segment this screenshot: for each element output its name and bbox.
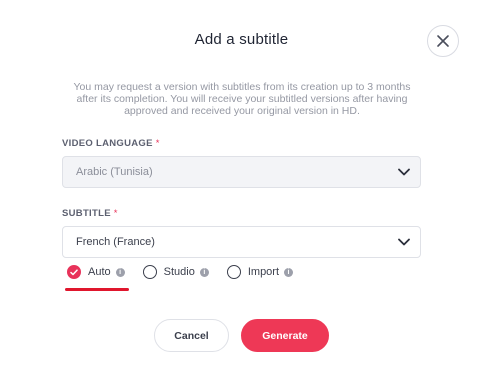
info-icon[interactable]: i (199, 267, 209, 277)
info-icon[interactable]: i (284, 267, 294, 277)
subtitle-label: SUBTITLE * (62, 208, 118, 219)
cancel-button[interactable]: Cancel (154, 319, 229, 352)
radio-import[interactable] (226, 265, 241, 279)
close-button[interactable] (427, 25, 459, 57)
radio-label-studio: Studio (163, 266, 195, 278)
radio-auto[interactable] (67, 265, 81, 279)
generate-button[interactable]: Generate (241, 319, 329, 352)
required-mark: * (155, 138, 160, 149)
video-language-label: VIDEO LANGUAGE * (62, 138, 160, 149)
required-mark: * (113, 208, 118, 219)
subtitle-mode-radio-group: Auto i Studio i Import i (67, 265, 294, 279)
close-icon (437, 35, 449, 47)
radio-option-auto[interactable]: Auto i (67, 265, 125, 279)
modal-title: Add a subtitle (194, 31, 289, 48)
video-language-value: Arabic (Tunisia) (76, 166, 153, 178)
chevron-down-icon (398, 238, 410, 246)
subtitle-value: French (France) (76, 236, 155, 248)
radio-label-import: Import (247, 266, 280, 278)
info-icon[interactable]: i (115, 267, 125, 277)
add-subtitle-modal: Add a subtitle You may request a version… (0, 0, 483, 376)
video-language-select[interactable]: Arabic (Tunisia) (62, 156, 421, 188)
modal-description: You may request a version with subtitles… (73, 81, 411, 117)
subtitle-select[interactable]: French (France) (62, 226, 421, 258)
annotation-underline (65, 288, 129, 291)
check-icon (70, 268, 78, 275)
radio-studio[interactable] (142, 265, 157, 279)
radio-label-auto: Auto (88, 266, 111, 278)
chevron-down-icon (398, 168, 410, 176)
radio-option-import[interactable]: Import i (226, 265, 294, 279)
subtitle-label-text: SUBTITLE (62, 208, 111, 219)
radio-option-studio[interactable]: Studio i (142, 265, 209, 279)
video-language-label-text: VIDEO LANGUAGE (62, 138, 153, 149)
